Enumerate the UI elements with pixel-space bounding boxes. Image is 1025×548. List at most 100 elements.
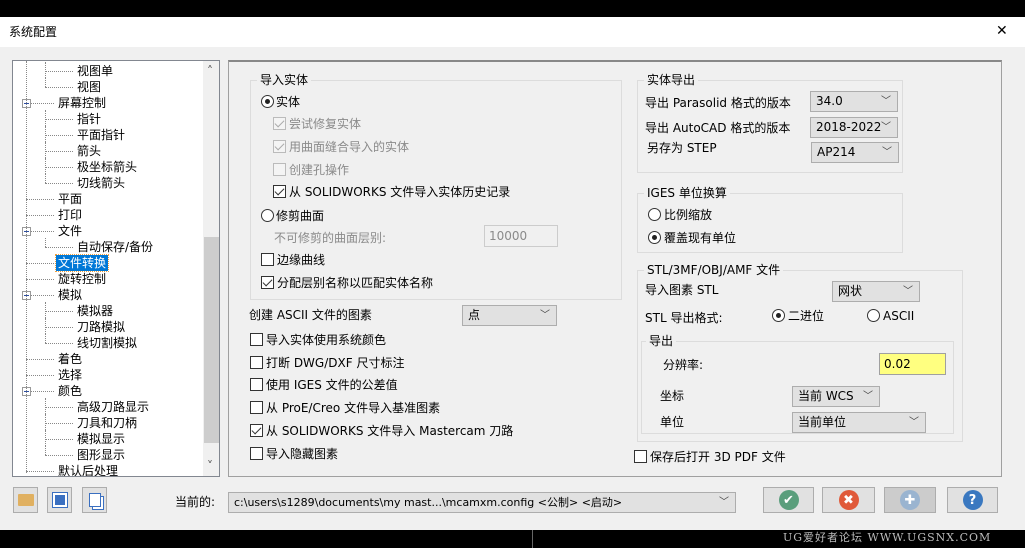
- tree-item[interactable]: 图形显示: [75, 447, 127, 463]
- ascii-entities-label: 创建 ASCII 文件的图素: [249, 308, 372, 322]
- tree-connector: [45, 151, 73, 152]
- parasolid-select[interactable]: 34.0 ﹀: [810, 91, 898, 112]
- tree-scrollbar[interactable]: ˄ ˅: [203, 61, 219, 476]
- scroll-up-icon[interactable]: ˄: [207, 63, 213, 79]
- sys-colors-checkbox[interactable]: [250, 333, 263, 346]
- stitch-checkbox[interactable]: [273, 140, 286, 153]
- iges-tol-checkbox[interactable]: [250, 378, 263, 391]
- override-units-radio[interactable]: [648, 231, 661, 244]
- tree-item[interactable]: 切线箭头: [75, 175, 127, 191]
- title-bar: 系统配置 ✕: [0, 17, 1025, 47]
- save-config-button[interactable]: [47, 487, 72, 513]
- cancel-button[interactable]: ✖: [822, 487, 875, 513]
- group-title: 导出: [646, 333, 677, 349]
- tree-item[interactable]: 视图: [75, 79, 103, 95]
- ascii-entities-select[interactable]: 点 ﹀: [462, 305, 557, 326]
- category-tree[interactable]: 视图单 视图 屏幕控制 指针 平面指针 箭头 极坐标箭头 切线箭头 平面 打印 文件 自动保存/备份文…: [12, 60, 220, 477]
- tree-item[interactable]: 刀路模拟: [75, 319, 127, 335]
- tree-item[interactable]: 高级刀路显示: [75, 399, 151, 415]
- proe-datum-checkbox[interactable]: [250, 401, 263, 414]
- step-select[interactable]: AP214 ﹀: [811, 142, 899, 163]
- tree-item[interactable]: 指针: [75, 111, 103, 127]
- tree-item[interactable]: 着色: [56, 351, 84, 367]
- tree-item[interactable]: 旋转控制: [56, 271, 108, 287]
- edge-curves-label: 边缘曲线: [277, 253, 326, 267]
- tree-item[interactable]: 模拟: [56, 287, 84, 303]
- solid-radio[interactable]: [261, 95, 274, 108]
- step-label: 另存为 STEP: [647, 141, 717, 155]
- units-select[interactable]: 当前单位 ﹀: [792, 412, 926, 433]
- help-button[interactable]: ?: [947, 487, 998, 513]
- hole-ops-checkbox[interactable]: [273, 163, 286, 176]
- group-title: 导入实体: [257, 72, 312, 88]
- tree-item[interactable]: 文件: [56, 223, 84, 239]
- proe-datum-label: 从 ProE/Creo 文件导入基准图素: [266, 401, 441, 415]
- tree-item[interactable]: 箭头: [75, 143, 103, 159]
- tree-item[interactable]: 平面: [56, 191, 84, 207]
- trimmed-surfaces-radio[interactable]: [261, 209, 274, 222]
- select-value: 当前单位: [798, 415, 847, 429]
- tree-connector: [45, 78, 46, 87]
- tree-connector: [45, 126, 46, 142]
- open-3dpdf-checkbox[interactable]: [634, 450, 647, 463]
- stl-import-select[interactable]: 网状 ﹀: [832, 281, 920, 302]
- chevron-down-icon: ﹀: [903, 286, 913, 297]
- tree-item[interactable]: 模拟显示: [75, 431, 127, 447]
- open-config-button[interactable]: [13, 487, 38, 513]
- add-button[interactable]: ✚: [884, 487, 936, 513]
- assign-levels-checkbox[interactable]: [261, 276, 274, 289]
- edge-curves-checkbox[interactable]: [261, 253, 274, 266]
- tree-item[interactable]: 极坐标箭头: [75, 159, 139, 175]
- current-config-select[interactable]: c:\users\s1289\documents\my mast...\mcam…: [228, 492, 736, 513]
- tree-item[interactable]: 自动保存/备份: [75, 239, 155, 255]
- tree-item[interactable]: 平面指针: [75, 127, 127, 143]
- scale-radio[interactable]: [648, 208, 661, 221]
- ascii-radio[interactable]: [867, 309, 880, 322]
- chevron-down-icon: ﹀: [881, 122, 891, 133]
- tree-connector: [45, 343, 73, 344]
- select-value: 当前 WCS: [798, 389, 854, 403]
- sw-mastercam-checkbox[interactable]: [250, 424, 263, 437]
- scrollbar-thumb[interactable]: [204, 237, 219, 443]
- stitch-label: 用曲面缝合导入的实体: [289, 140, 410, 154]
- chevron-down-icon: ﹀: [909, 417, 919, 428]
- sw-history-checkbox[interactable]: [273, 185, 286, 198]
- tree-item[interactable]: 打印: [56, 207, 84, 223]
- binary-radio[interactable]: [772, 309, 785, 322]
- resolution-label: 分辨率:: [663, 358, 704, 372]
- chevron-down-icon: ﹀: [882, 147, 892, 158]
- tree-connector: [45, 174, 46, 183]
- tree-item[interactable]: 刀具和刀柄: [75, 415, 139, 431]
- tree-item[interactable]: 颜色: [56, 383, 84, 399]
- close-button[interactable]: ✕: [996, 23, 1008, 39]
- scroll-down-icon[interactable]: ˅: [207, 458, 213, 474]
- tree-item[interactable]: 选择: [56, 367, 84, 383]
- chevron-down-icon: ﹀: [863, 391, 873, 402]
- tree-connector: [45, 135, 73, 136]
- solid-radio-label: 实体: [276, 95, 301, 109]
- try-repair-checkbox[interactable]: [273, 117, 286, 130]
- check-icon: ✔: [778, 490, 799, 510]
- tree-item[interactable]: 线切割模拟: [75, 335, 139, 351]
- select-value: 网状: [838, 284, 863, 298]
- untrimmed-level-input[interactable]: 10000: [484, 225, 558, 247]
- autocad-select[interactable]: 2018-2022 ﹀: [810, 117, 898, 138]
- tree-item[interactable]: 默认后处理: [56, 463, 120, 476]
- open-3dpdf-label: 保存后打开 3D PDF 文件: [650, 450, 786, 464]
- select-value: 2018-2022: [816, 120, 882, 134]
- ok-button[interactable]: ✔: [763, 487, 814, 513]
- plus-icon: ✚: [900, 490, 920, 510]
- resolution-input[interactable]: 0.02: [879, 353, 946, 375]
- break-dims-checkbox[interactable]: [250, 356, 263, 369]
- tree-item[interactable]: 文件转换: [54, 254, 110, 272]
- units-label: 单位: [660, 415, 685, 429]
- tree-item[interactable]: 模拟器: [75, 303, 115, 319]
- autocad-label: 导出 AutoCAD 格式的版本: [645, 121, 791, 135]
- coord-label: 坐标: [660, 389, 685, 403]
- hidden-entities-checkbox[interactable]: [250, 447, 263, 460]
- coord-select[interactable]: 当前 WCS ﹀: [792, 386, 880, 407]
- copy-config-button[interactable]: [82, 487, 107, 513]
- scale-label: 比例缩放: [664, 208, 713, 222]
- tree-item[interactable]: 屏幕控制: [56, 95, 108, 111]
- tree-item[interactable]: 视图单: [75, 63, 115, 79]
